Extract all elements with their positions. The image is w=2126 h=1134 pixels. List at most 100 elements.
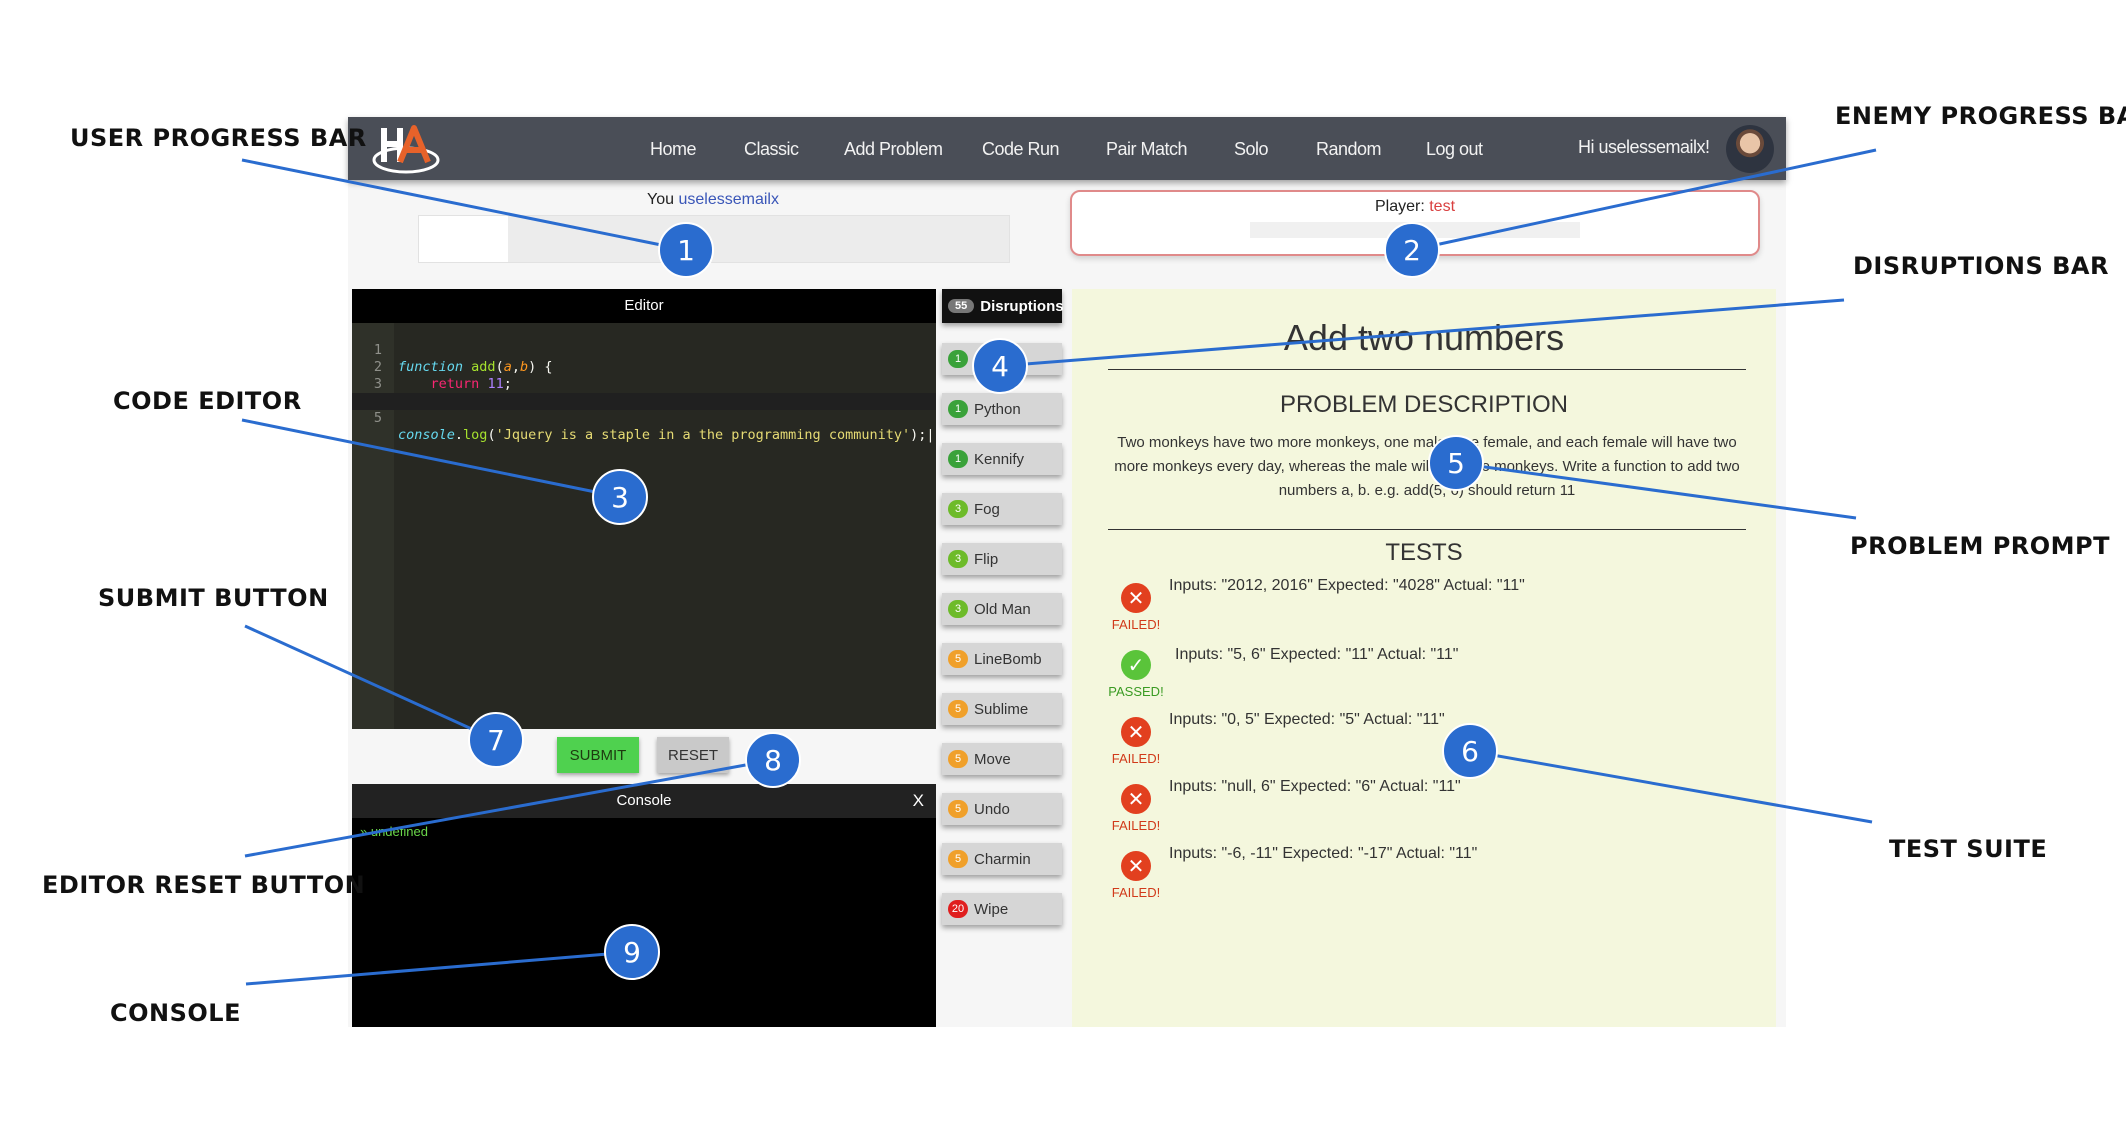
disruption-button[interactable]: 3 Old Man [942, 593, 1062, 625]
disruption-button[interactable]: 5 Undo [942, 793, 1062, 825]
test-status: FAILED! [1111, 617, 1161, 632]
navbar: Home Classic Add Problem Code Run Pair M… [348, 117, 1786, 180]
disruption-button[interactable]: 1 Kennify [942, 443, 1062, 475]
disruption-label: Wipe [974, 900, 1009, 918]
disruption-cost-badge: 3 [948, 550, 968, 568]
disruption-label: Old Man [974, 600, 1031, 618]
disruptions-count: 55 [948, 299, 975, 313]
nav-code-run[interactable]: Code Run [982, 139, 1060, 160]
disruption-cost-badge: 5 [948, 650, 968, 668]
code-line[interactable]: 3 } [352, 359, 936, 409]
x-icon: ✕ [1121, 851, 1151, 881]
check-icon: ✓ [1121, 650, 1151, 680]
disruption-button[interactable]: 5 Charmin [942, 843, 1062, 875]
enemy-name[interactable]: test [1429, 198, 1455, 215]
badge-2: 2 [1384, 222, 1440, 278]
disruption-cost-badge: 5 [948, 750, 968, 768]
disruption-label: Kennify [974, 450, 1025, 468]
divider [1108, 369, 1746, 370]
enemy-progress-label: Player: test [1072, 198, 1758, 216]
test-result-text: Inputs: "null, 6" Expected: "6" Actual: … [1169, 778, 1461, 795]
code-line[interactable]: 2 return 11; [352, 342, 936, 392]
user-progress-fill [419, 216, 508, 262]
test-status: FAILED! [1111, 751, 1161, 766]
badge-3: 3 [592, 469, 648, 525]
disruption-cost-badge: 1 [948, 450, 968, 468]
console-panel: Console X » undefined [352, 784, 936, 1027]
badge-9: 9 [604, 924, 660, 980]
submit-button[interactable]: SUBMIT [557, 737, 639, 773]
callout-submit: SUBMIT BUTTON [98, 584, 329, 612]
callout-disruptions: DISRUPTIONS BAR [1853, 252, 2109, 280]
callout-test-suite: TEST SUITE [1889, 835, 2048, 863]
disruption-cost-badge: 5 [948, 850, 968, 868]
nav-pair-match[interactable]: Pair Match [1106, 139, 1188, 160]
callout-enemy-progress: ENEMY PROGRESS BAR [1835, 102, 2126, 130]
test-result-text: Inputs: "5, 6" Expected: "11" Actual: "1… [1175, 646, 1459, 663]
disruption-cost-badge: 3 [948, 600, 968, 618]
badge-5: 5 [1428, 435, 1484, 491]
disruption-cost-badge: 1 [948, 400, 968, 418]
test-result-text: Inputs: "0, 5" Expected: "5" Actual: "11… [1169, 711, 1445, 728]
nav-add-problem[interactable]: Add Problem [844, 139, 943, 160]
disruption-label: Undo [974, 800, 1010, 818]
user-greeting: Hi uselessemailx! [1578, 137, 1710, 157]
disruption-label: Move [974, 750, 1011, 768]
avatar[interactable] [1726, 125, 1774, 173]
test-result-text: Inputs: "-6, -11" Expected: "-17" Actual… [1169, 845, 1478, 862]
disruption-label: Flip [974, 550, 999, 568]
problem-description: Two monkeys have two more monkeys, one m… [1114, 434, 1740, 499]
callout-user-progress: USER PROGRESS BAR [70, 124, 367, 152]
test-status: PASSED! [1108, 684, 1164, 699]
disruption-label: Fog [974, 500, 1000, 518]
disruption-label: LineBomb [974, 650, 1042, 668]
nav-log-out[interactable]: Log out [1426, 139, 1483, 160]
logo-icon[interactable] [370, 122, 442, 176]
disruption-label: Python [974, 400, 1021, 418]
nav-random[interactable]: Random [1316, 139, 1382, 160]
callout-problem-prompt: PROBLEM PROMPT [1850, 532, 2111, 560]
test-status: FAILED! [1111, 885, 1161, 900]
code-line[interactable]: 1 function add(a,b) { [352, 325, 936, 375]
disruption-button[interactable]: 1 Python [942, 393, 1062, 425]
callout-code-editor: CODE EDITOR [113, 387, 302, 415]
disruption-label: Charmin [974, 850, 1031, 868]
console-title: Console [616, 792, 672, 809]
badge-6: 6 [1442, 723, 1498, 779]
x-icon: ✕ [1121, 784, 1151, 814]
disruptions-title: Disruptions [980, 297, 1064, 315]
test-status: FAILED! [1111, 818, 1161, 833]
badge-1: 1 [658, 222, 714, 278]
disruption-button[interactable]: 20 Wipe [942, 893, 1062, 925]
code-line[interactable]: 4 [352, 376, 936, 409]
test-result-text: Inputs: "2012, 2016" Expected: "4028" Ac… [1169, 577, 1525, 594]
reset-button[interactable]: RESET [657, 737, 729, 773]
console-header: Console X [352, 784, 936, 818]
nav-home[interactable]: Home [650, 139, 697, 160]
divider [1108, 529, 1746, 530]
disruption-cost-badge: 20 [948, 900, 968, 918]
user-name[interactable]: uselessemailx [678, 191, 778, 208]
disruption-button[interactable]: 5 LineBomb [942, 643, 1062, 675]
code-text: console.log('Jquery is a staple in a the… [398, 427, 935, 443]
enemy-progress-prefix: Player: [1374, 198, 1425, 215]
x-icon: ✕ [1121, 583, 1151, 613]
x-icon: ✕ [1121, 717, 1151, 747]
badge-8: 8 [745, 732, 801, 788]
app-window: Home Classic Add Problem Code Run Pair M… [348, 117, 1786, 1027]
disruption-cost-badge: 5 [948, 800, 968, 818]
close-icon[interactable]: X [913, 784, 924, 818]
disruptions-header: 55 Disruptions [942, 289, 1064, 323]
user-progress-track [418, 215, 1010, 263]
nav-classic[interactable]: Classic [744, 139, 799, 160]
disruption-button[interactable]: 3 Fog [942, 493, 1062, 525]
disruption-button[interactable]: 3 Flip [942, 543, 1062, 575]
disruption-cost-badge: 3 [948, 500, 968, 518]
user-progress-label: You uselessemailx [418, 191, 1008, 209]
nav-solo[interactable]: Solo [1234, 139, 1269, 160]
code-line[interactable]: 5 console.log('Jquery is a staple in a t… [352, 393, 936, 443]
callout-console: CONSOLE [110, 999, 241, 1027]
disruption-label: Sublime [974, 700, 1029, 718]
disruption-button[interactable]: 5 Sublime [942, 693, 1062, 725]
disruption-button[interactable]: 5 Move [942, 743, 1062, 775]
